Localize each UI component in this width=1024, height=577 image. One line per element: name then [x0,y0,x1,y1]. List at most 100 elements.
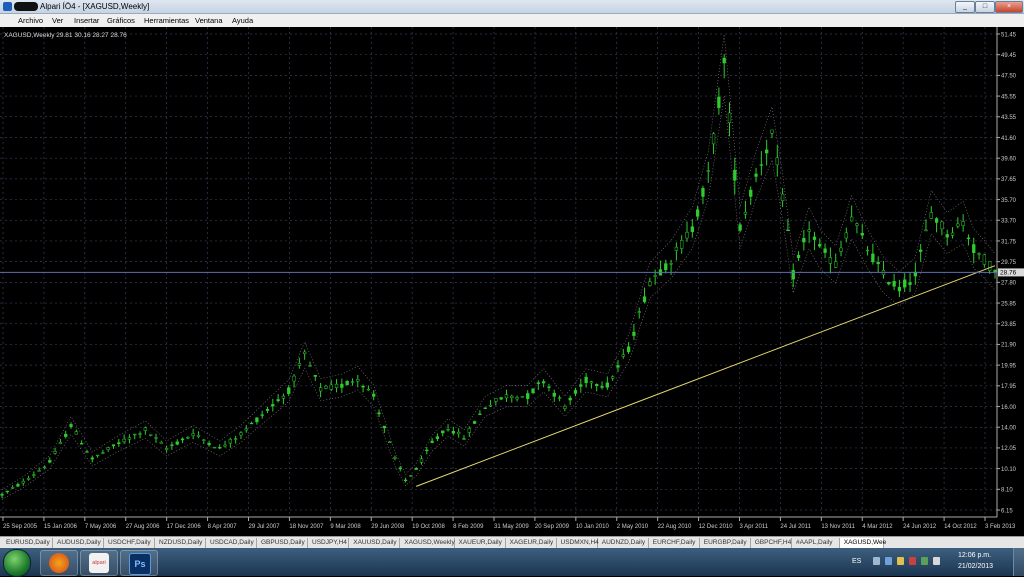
candle-body [515,397,519,400]
candle-body [510,395,514,399]
clock-date[interactable]: 21/02/2013 [958,563,993,570]
taskbar-alpari[interactable]: alpari [80,550,118,576]
candle-body [541,381,546,384]
candle-body [945,234,949,238]
tab-eurgbp-daily[interactable]: EURGBP,Daily [700,538,751,548]
tab-eurusd-daily[interactable]: EURUSD,Daily [2,538,53,548]
x-tick-label: 20 Sep 2009 [535,524,570,530]
maximize-button[interactable]: □ [975,1,995,13]
menu-ayuda[interactable]: Ayuda [232,16,253,25]
window-title: Alpari ÍÖ4 - [XAGUSD,Weekly] [40,2,150,11]
start-button[interactable] [3,549,31,577]
language-indicator[interactable]: ES [852,558,861,565]
candle-body [218,447,222,449]
candle-body [90,457,94,460]
x-tick-label: 31 May 2009 [494,524,529,530]
candle-body [175,441,179,445]
tab-gbpusd-daily[interactable]: GBPUSD,Daily [257,538,308,548]
tab-xagusd-wee[interactable]: XAGUSD,Wee [839,538,886,548]
tab-usdchf-daily[interactable]: USDCHF,Daily [104,538,155,548]
x-tick-label: 7 May 2006 [85,524,117,530]
x-tick-label: 17 Dec 2006 [167,524,202,530]
candle-body [738,224,742,231]
tab-audnzd-daily[interactable]: AUDNZD,Daily [598,538,649,548]
clock-time[interactable]: 12:06 p.m. [958,552,991,559]
tab-xageur-daily[interactable]: XAGEUR,Daily [506,538,557,548]
candle-body [265,408,270,411]
candle-body [584,376,588,384]
candle-body [754,173,758,177]
tray-app-icon[interactable] [909,557,916,565]
taskbar-photoshop[interactable]: Ps [120,550,158,576]
candle-body [170,444,174,446]
candle-body [780,193,785,201]
candle-body [409,475,413,477]
x-tick-label: 27 Aug 2006 [126,524,160,530]
candle-body [117,442,121,444]
minimize-button[interactable]: _ [955,1,975,13]
y-tick-label: 6.15 [1001,508,1013,514]
y-tick-label: 35.70 [1001,198,1017,204]
candle-body [430,440,434,443]
tab-gbpchf-h4[interactable]: GBPCHF,H4 [751,538,792,548]
tray-network-icon[interactable] [885,557,892,565]
tab-nzdusd-daily[interactable]: NZDUSD,Daily [155,538,206,548]
x-tick-label: 29 Jul 2007 [249,524,281,530]
candle-body [53,451,57,454]
menu-ver[interactable]: Ver [52,16,63,25]
x-tick-label: 3 Apr 2011 [740,524,769,530]
candle-body [16,484,20,487]
candle-body [743,212,748,215]
tab-usdjpy-h4[interactable]: USDJPY,H4 [308,538,350,548]
tab-xauusd-daily[interactable]: XAUUSD,Daily [349,538,401,548]
tab-xagusd-weekly[interactable]: XAGUSD,Weekly [400,538,455,548]
candle-body [722,57,726,64]
tab-usdmxn-h4[interactable]: USDMXN,H4 [557,538,599,548]
show-desktop-button[interactable] [1013,548,1024,576]
candle-body [403,479,408,482]
taskbar-firefox[interactable] [40,550,78,576]
candle-body [711,133,716,145]
menu-herramientas[interactable]: Herramientas [144,16,189,25]
tray-speaker-icon[interactable] [933,557,940,565]
y-tick-label: 10.10 [1001,467,1017,473]
chart-info-label: XAGUSD,Weekly 29.81 30.16 28.27 28.76 [4,32,127,39]
tab--aapl-daily[interactable]: #AAPL,Daily [792,538,840,548]
candle-body [642,296,647,303]
candle-body [611,376,615,379]
candle-body [233,438,238,440]
candle-body [483,407,487,409]
candle-body [579,384,583,387]
tab-xaueur-daily[interactable]: XAUEUR,Daily [455,538,506,548]
candle-body [95,454,100,457]
y-tick-label: 27.80 [1001,281,1017,287]
candle-body [796,254,801,258]
tab-eurchf-daily[interactable]: EURCHF,Daily [649,538,700,548]
tray-up-arrow-icon[interactable] [873,557,880,565]
price-chart[interactable]: 51.45 49.45 47.50 45.55 43.55 41.60 39.60 37.65… [0,27,1024,536]
tray-signal-icon[interactable] [921,557,928,565]
candle-body [32,474,36,476]
candle-body [552,392,556,397]
y-tick-label: 49.45 [1001,53,1017,59]
candle-body [345,381,349,386]
menu-insertar[interactable]: Insertar [74,16,99,25]
candle-body [839,247,843,252]
menu-graficos[interactable]: Gráficos [107,16,135,25]
candle-body [648,281,652,286]
candle-body [414,467,418,470]
x-tick-label: 9 Mar 2008 [330,524,361,530]
firefox-icon [49,553,69,573]
candle-body [180,438,185,441]
close-button[interactable]: × [995,1,1023,13]
menu-ventana[interactable]: Ventana [195,16,223,25]
tab-audusd-daily[interactable]: AUDUSD,Daily [53,538,104,548]
y-tick-label: 14.00 [1001,426,1017,432]
candle-body [494,398,498,402]
x-tick-label: 12 Dec 2010 [699,524,734,530]
tab-usdcad-daily[interactable]: USDCAD,Daily [206,538,257,548]
x-tick-label: 4 Mar 2012 [862,524,893,530]
menu-archivo[interactable]: Archivo [18,16,43,25]
candle-body [58,441,63,444]
tray-flag-icon[interactable] [897,557,904,565]
